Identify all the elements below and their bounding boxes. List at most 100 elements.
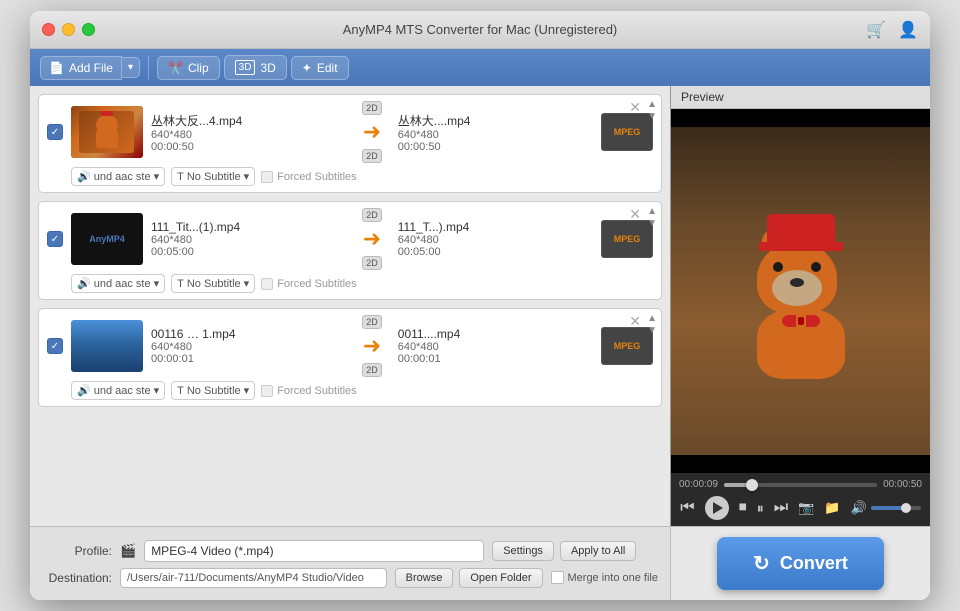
user-icon[interactable]: 👤 xyxy=(898,20,918,40)
format-badge: MPEG xyxy=(601,220,653,258)
file-item-row: ✓ xyxy=(47,101,653,163)
file-item-options-row: 🔊 und aac ste ▾ T No Subtitle ▾ Forced S… xyxy=(71,167,653,186)
stop-button[interactable]: ⏹ xyxy=(739,499,747,517)
progress-track[interactable] xyxy=(724,483,877,487)
add-file-button[interactable]: 📄 Add File xyxy=(40,56,122,80)
preview-controls: 00:00:09 00:00:50 ⏮ ⏹ ⏸ ⏭ 📷 xyxy=(671,473,930,526)
subtitle-value: No Subtitle xyxy=(187,171,241,183)
add-file-label: Add File xyxy=(69,61,113,75)
apply-all-button[interactable]: Apply to All xyxy=(560,541,636,561)
total-time: 00:00:50 xyxy=(883,479,922,490)
add-file-dropdown-button[interactable]: ▾ xyxy=(122,57,140,78)
subtitle-text-icon: T xyxy=(177,278,184,290)
clip-button[interactable]: ✂️ Clip xyxy=(157,56,220,80)
file-duration-input: 00:00:50 xyxy=(151,141,346,153)
profile-select[interactable]: MPEG-4 Video (*.mp4) xyxy=(144,540,484,562)
scroll-down-button[interactable]: ▼ xyxy=(647,111,657,123)
close-button[interactable] xyxy=(42,23,55,36)
file-name-output: 0011....mp4 xyxy=(398,327,593,341)
maximize-button[interactable] xyxy=(82,23,95,36)
subtitle-dropdown[interactable]: T No Subtitle ▾ xyxy=(171,167,255,186)
remove-file-button[interactable]: ✕ xyxy=(629,313,641,330)
profile-row: Profile: 🎬 MPEG-4 Video (*.mp4) Settings… xyxy=(42,540,658,562)
file-info-input: 丛林大反...4.mp4 640*480 00:00:50 xyxy=(151,112,346,153)
bottom-left-panel: Profile: 🎬 MPEG-4 Video (*.mp4) Settings… xyxy=(30,532,670,596)
input-badge: 2D xyxy=(362,101,382,115)
skip-back-button[interactable]: ⏮ xyxy=(680,499,694,517)
file-checkbox[interactable]: ✓ xyxy=(47,231,63,247)
audio-track-dropdown[interactable]: 🔊 und aac ste ▾ xyxy=(71,274,165,293)
subtitle-dropdown[interactable]: T No Subtitle ▾ xyxy=(171,274,255,293)
file-thumbnail xyxy=(71,106,143,158)
minimize-button[interactable] xyxy=(62,23,75,36)
forced-subtitles-label: Forced Subtitles xyxy=(277,278,356,290)
file-checkbox[interactable]: ✓ xyxy=(47,124,63,140)
forced-subtitles-checkbox[interactable] xyxy=(261,385,273,397)
file-item-row: ✓ AnyMP4 111_Tit...(1).mp4 640*480 00:05… xyxy=(47,208,653,270)
file-item-options-row: 🔊 und aac ste ▾ T No Subtitle ▾ Forced S… xyxy=(71,274,653,293)
audio-track-dropdown[interactable]: 🔊 und aac ste ▾ xyxy=(71,381,165,400)
3d-button[interactable]: 3D 3D xyxy=(224,55,287,80)
folder-button[interactable]: 📁 xyxy=(824,500,840,516)
output-badge: 2D xyxy=(362,149,382,163)
play-button[interactable] xyxy=(705,496,729,520)
main-window: AnyMP4 MTS Converter for Mac (Unregister… xyxy=(30,11,930,600)
file-list: ✕ ▲ ▼ ✓ xyxy=(30,86,670,526)
scroll-up-button[interactable]: ▲ xyxy=(647,99,657,111)
subtitle-text-icon: T xyxy=(177,171,184,183)
output-badge: 2D xyxy=(362,256,382,270)
edit-button[interactable]: ✦ Edit xyxy=(291,56,349,80)
file-resolution-input: 640*480 xyxy=(151,341,346,353)
file-resolution-input: 640*480 xyxy=(151,129,346,141)
forced-subtitles-checkbox[interactable] xyxy=(261,278,273,290)
file-info-output: 111_T...).mp4 640*480 00:05:00 xyxy=(398,220,593,258)
profile-icon: 🎬 xyxy=(120,543,136,559)
output-badge: 2D xyxy=(362,363,382,377)
scroll-down-button[interactable]: ▼ xyxy=(647,218,657,230)
remove-file-button[interactable]: ✕ xyxy=(629,99,641,116)
bottom-right-panel: ↻ Convert xyxy=(670,527,930,600)
file-checkbox[interactable]: ✓ xyxy=(47,338,63,354)
convert-button[interactable]: ↻ Convert xyxy=(717,537,884,590)
settings-button[interactable]: Settings xyxy=(492,541,554,561)
scroll-buttons: ▲ ▼ xyxy=(647,313,657,337)
open-folder-button[interactable]: Open Folder xyxy=(459,568,542,588)
pause-button[interactable]: ⏸ xyxy=(757,500,764,517)
thumbnail-image xyxy=(71,106,143,158)
file-resolution-output: 640*480 xyxy=(398,341,593,353)
toolbar-divider-1 xyxy=(148,56,149,80)
bottom-bar: Profile: 🎬 MPEG-4 Video (*.mp4) Settings… xyxy=(30,526,930,600)
scroll-up-button[interactable]: ▲ xyxy=(647,206,657,218)
remove-file-button[interactable]: ✕ xyxy=(629,206,641,223)
file-item-row: ✓ 00116 … 1.mp4 640*480 00:00:01 2D ➜ 2D xyxy=(47,315,653,377)
volume-track[interactable] xyxy=(871,506,921,510)
format-badge: MPEG xyxy=(601,327,653,365)
browse-button[interactable]: Browse xyxy=(395,568,454,588)
snapshot-button[interactable]: 📷 xyxy=(798,500,814,516)
merge-label: Merge into one file xyxy=(568,572,659,584)
forced-subtitles-checkbox[interactable] xyxy=(261,171,273,183)
audio-value: und aac ste xyxy=(94,171,151,183)
preview-video xyxy=(671,109,930,473)
subtitle-dropdown-icon: ▾ xyxy=(244,170,250,183)
merge-option: Merge into one file xyxy=(551,571,659,584)
toolbar: 📄 Add File ▾ ✂️ Clip 3D 3D ✦ Edit xyxy=(30,49,930,86)
cart-icon[interactable]: 🛒 xyxy=(866,20,886,40)
file-name-output: 111_T...).mp4 xyxy=(398,220,593,234)
scroll-down-button[interactable]: ▼ xyxy=(647,325,657,337)
destination-input[interactable] xyxy=(120,568,387,588)
file-item-options-row: 🔊 und aac ste ▾ T No Subtitle ▾ Forced S… xyxy=(71,381,653,400)
scroll-up-button[interactable]: ▲ xyxy=(647,313,657,325)
title-bar: AnyMP4 MTS Converter for Mac (Unregister… xyxy=(30,11,930,49)
file-duration-output: 00:05:00 xyxy=(398,246,593,258)
audio-value: und aac ste xyxy=(94,278,151,290)
subtitle-dropdown[interactable]: T No Subtitle ▾ xyxy=(171,381,255,400)
skip-forward-button[interactable]: ⏭ xyxy=(774,499,788,517)
arrow-icon: ➜ xyxy=(363,119,381,145)
file-info-input: 111_Tit...(1).mp4 640*480 00:05:00 xyxy=(151,220,346,258)
audio-track-dropdown[interactable]: 🔊 und aac ste ▾ xyxy=(71,167,165,186)
main-content: ✕ ▲ ▼ ✓ xyxy=(30,86,930,526)
merge-checkbox[interactable] xyxy=(551,571,564,584)
forced-subtitles-option: Forced Subtitles xyxy=(261,385,356,397)
forced-subtitles-option: Forced Subtitles xyxy=(261,278,356,290)
